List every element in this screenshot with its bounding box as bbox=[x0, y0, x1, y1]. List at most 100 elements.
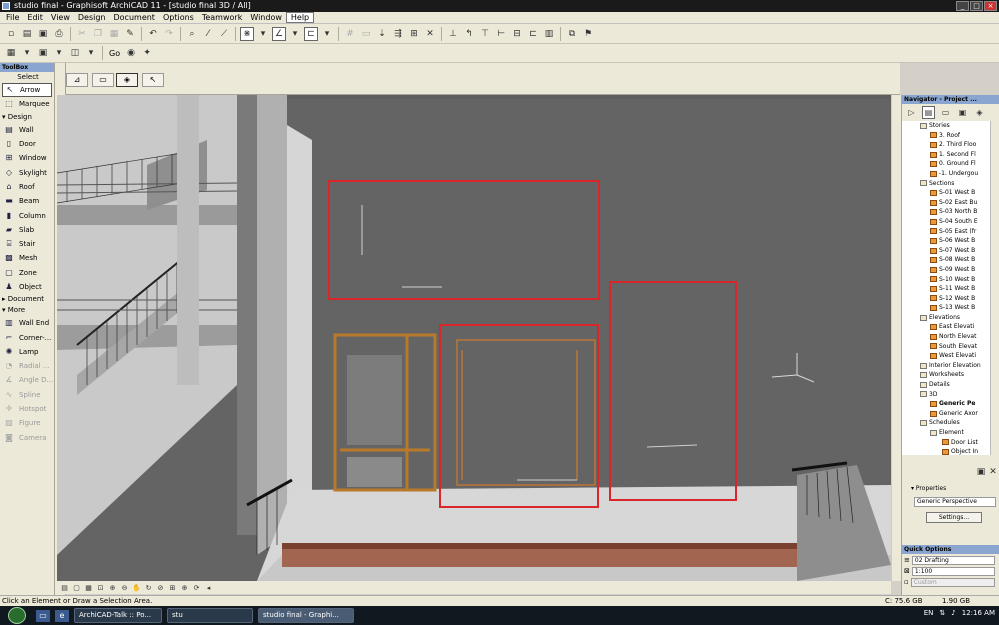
snap-guide-icon[interactable]: ⋇ bbox=[240, 26, 254, 41]
minimize-button[interactable]: _ bbox=[956, 1, 969, 11]
walk-icon[interactable]: ✦ bbox=[140, 46, 154, 60]
globe-icon[interactable]: ◉ bbox=[124, 46, 138, 60]
tool-column[interactable]: ▮ Column bbox=[0, 208, 54, 222]
tree-item[interactable]: Schedules bbox=[902, 418, 990, 428]
grid-snap-icon[interactable]: ⊏ bbox=[304, 26, 318, 41]
syringe-icon[interactable]: ⟋ bbox=[217, 27, 231, 41]
menu-design[interactable]: Design bbox=[74, 13, 110, 22]
tree-item[interactable]: Element bbox=[902, 428, 990, 438]
tree-item[interactable]: S-05 East (fr bbox=[902, 227, 990, 237]
grid-icon[interactable]: # bbox=[343, 27, 357, 41]
menu-edit[interactable]: Edit bbox=[23, 13, 47, 22]
layout-book-icon[interactable]: ▣ bbox=[956, 106, 969, 119]
vertical-scrollbar[interactable] bbox=[891, 95, 901, 581]
find-select-icon[interactable]: ⌕ bbox=[185, 27, 199, 41]
tree-item[interactable]: S-03 North B bbox=[902, 207, 990, 217]
design-header[interactable]: ▾ Design bbox=[0, 112, 54, 123]
scroll-left-icon[interactable]: ◂ bbox=[203, 582, 214, 593]
tool-object[interactable]: ♟ Object bbox=[0, 280, 54, 294]
orbit-icon[interactable]: ↻ bbox=[143, 582, 154, 593]
delete-view-icon[interactable]: ✕ bbox=[986, 465, 999, 479]
cut-icon[interactable]: ✂ bbox=[75, 27, 89, 41]
tree-item[interactable]: South Elevat bbox=[902, 342, 990, 352]
task-stu[interactable]: stu bbox=[167, 608, 253, 623]
tree-item[interactable]: Details bbox=[902, 380, 990, 390]
tool-mesh[interactable]: ▩ Mesh bbox=[0, 251, 54, 265]
save-icon[interactable]: ▣ bbox=[36, 27, 50, 41]
adjust-icon[interactable]: ↰ bbox=[462, 27, 476, 41]
tool-marquee[interactable]: ⬚ Marquee bbox=[0, 97, 54, 111]
volume-icon[interactable]: ♪ bbox=[951, 609, 955, 617]
page-icon[interactable]: ▤ bbox=[59, 582, 70, 593]
menu-window[interactable]: Window bbox=[246, 13, 286, 22]
properties-label[interactable]: ▾ Properties bbox=[911, 485, 946, 492]
custom-select[interactable]: Custom bbox=[910, 577, 995, 587]
tool-camera[interactable]: ◙ Camera bbox=[0, 431, 54, 445]
tree-item[interactable]: Generic Pe bbox=[902, 399, 990, 409]
document-header[interactable]: ▸ Document bbox=[0, 294, 54, 305]
print-icon[interactable]: ⎙ bbox=[52, 27, 66, 41]
floor-plan-icon[interactable]: ▦ bbox=[4, 46, 18, 60]
tree-item[interactable]: Object In bbox=[902, 447, 990, 455]
tree-item[interactable]: S-02 East Bu bbox=[902, 198, 990, 208]
tree-item[interactable]: -1. Undergou bbox=[902, 169, 990, 179]
menu-options[interactable]: Options bbox=[159, 13, 198, 22]
pointer-icon[interactable]: ↖ bbox=[142, 73, 164, 87]
layers-icon[interactable]: ▭ bbox=[359, 27, 373, 41]
tree-item[interactable]: North Elevat bbox=[902, 332, 990, 342]
tree-item[interactable]: 2. Third Floo bbox=[902, 140, 990, 150]
fillet-icon[interactable]: ⊏ bbox=[526, 27, 540, 41]
window-icon[interactable]: ▢ bbox=[71, 582, 82, 593]
task-archicad-talk[interactable]: ArchiCAD-Talk :: Po... bbox=[74, 608, 162, 623]
tool-arrow[interactable]: ↖ Arrow bbox=[2, 83, 52, 98]
zoom-back-icon[interactable]: ⊘ bbox=[155, 582, 166, 593]
view-map-icon[interactable]: ▷ bbox=[905, 106, 918, 119]
selection-method-icon[interactable]: ◈ bbox=[116, 73, 138, 87]
zoom-in-icon[interactable]: ⊕ bbox=[107, 582, 118, 593]
browser-icon[interactable]: e bbox=[55, 609, 69, 622]
zoom-region-icon[interactable]: ⊕ bbox=[179, 582, 190, 593]
menu-view[interactable]: View bbox=[47, 13, 74, 22]
split-icon[interactable]: ⊥ bbox=[446, 27, 460, 41]
project-map-icon[interactable]: ▤ bbox=[922, 106, 935, 119]
trim-icon[interactable]: ⊢ bbox=[494, 27, 508, 41]
tree-item[interactable]: Door List bbox=[902, 438, 990, 448]
close-button[interactable]: × bbox=[984, 1, 997, 11]
tool-lamp[interactable]: ✺ Lamp bbox=[0, 345, 54, 359]
geometry-method-icon[interactable]: ⊿ bbox=[66, 73, 88, 87]
tree-item[interactable]: Worksheets bbox=[902, 370, 990, 380]
curtain-icon[interactable]: ▥ bbox=[542, 27, 556, 41]
intersect-icon[interactable]: ⊤ bbox=[478, 27, 492, 41]
tree-item[interactable]: S-09 West B bbox=[902, 265, 990, 275]
copy-icon[interactable]: ❐ bbox=[91, 27, 105, 41]
task-studio-final[interactable]: studio final - Graphi... bbox=[258, 608, 354, 623]
menu-file[interactable]: File bbox=[2, 13, 23, 22]
explore-icon[interactable]: ⟳ bbox=[191, 582, 202, 593]
tool-wall-end[interactable]: ▥ Wall End bbox=[0, 316, 54, 330]
undo-icon[interactable]: ↶ bbox=[146, 27, 160, 41]
3d-window-icon[interactable]: ◫ bbox=[68, 46, 82, 60]
view-folder-icon[interactable]: ▭ bbox=[939, 106, 952, 119]
tree-item[interactable]: S-04 South E bbox=[902, 217, 990, 227]
scale-select[interactable]: 1:100 bbox=[911, 566, 995, 576]
publisher-icon[interactable]: ◈ bbox=[973, 106, 986, 119]
tree-item[interactable]: S-08 West B bbox=[902, 255, 990, 265]
network-icon[interactable]: ⇅ bbox=[939, 609, 945, 617]
tool-wall[interactable]: ▤ Wall bbox=[0, 123, 54, 137]
more-header[interactable]: ▾ More bbox=[0, 305, 54, 316]
new-file-icon[interactable]: ▫ bbox=[4, 27, 18, 41]
offset-icon[interactable]: ⊟ bbox=[510, 27, 524, 41]
tree-item[interactable]: Stories bbox=[902, 121, 990, 131]
tree-scrollbar[interactable] bbox=[990, 121, 999, 455]
marker-icon[interactable]: ⚑ bbox=[581, 27, 595, 41]
tool-skylight[interactable]: ◇ Skylight bbox=[0, 165, 54, 179]
show-desktop-icon[interactable]: ▭ bbox=[36, 609, 50, 622]
zoom-fit-icon[interactable]: ⊡ bbox=[95, 582, 106, 593]
tree-item[interactable]: Elevations bbox=[902, 313, 990, 323]
tool-slab[interactable]: ▰ Slab bbox=[0, 223, 54, 237]
dropdown-arrow-icon[interactable]: ▾ bbox=[84, 46, 98, 60]
clock[interactable]: 12:16 AM bbox=[962, 609, 995, 617]
tree-item[interactable]: 3D bbox=[902, 390, 990, 400]
tool-hotspot[interactable]: ✛ Hotspot bbox=[0, 402, 54, 416]
tree-item[interactable]: West Elevati bbox=[902, 351, 990, 361]
